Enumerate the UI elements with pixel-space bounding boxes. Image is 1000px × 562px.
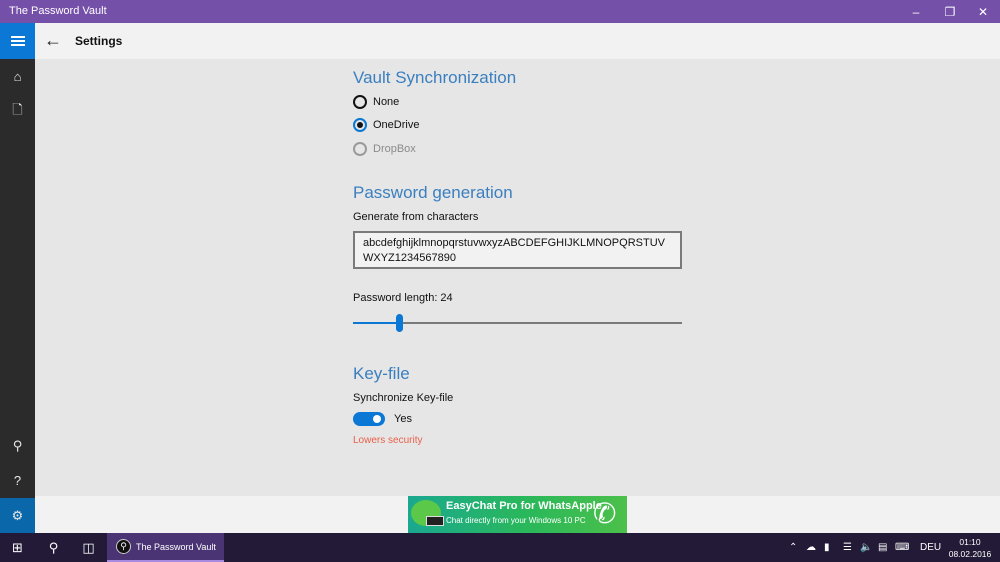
radio-circle: [353, 95, 367, 109]
clock[interactable]: 01:10 08.02.2016: [944, 536, 996, 560]
sidebar-item-home[interactable]: ⌂: [0, 59, 35, 94]
ad-headline: EasyChat Pro for WhatsApple: [446, 500, 602, 512]
password-length-label: Password length: 24: [353, 292, 453, 304]
language-indicator[interactable]: DEU: [920, 533, 941, 562]
locked-file-icon: 🗋: [12, 101, 23, 117]
sidebar-item-settings[interactable]: ⚙: [0, 498, 35, 533]
help-icon: ?: [13, 473, 22, 488]
taskbar: ⊞ ⚲ ◫ ⚲ The Password Vault ⌃ ☁ ▮ ☰ 🔈 ▤ ⌨…: [0, 533, 1000, 562]
key-file-title: Key-file: [353, 364, 410, 383]
wifi-icon: ☰: [843, 542, 852, 553]
sidebar: ⌂ 🗋 ⚲ ? ⚙: [0, 59, 35, 533]
sidebar-item-key[interactable]: ⚲: [0, 428, 35, 463]
notification-icon: ▤: [878, 542, 888, 553]
volume-tray[interactable]: 🔈: [860, 533, 872, 562]
radio-label: OneDrive: [373, 119, 420, 131]
taskbar-app-password-vault[interactable]: ⚲ The Password Vault: [107, 533, 224, 562]
radio-label: DropBox: [373, 143, 416, 155]
search-button[interactable]: ⚲: [36, 533, 71, 562]
onedrive-tray[interactable]: ☁: [806, 533, 816, 562]
slider-thumb[interactable]: [396, 314, 404, 332]
task-view-icon: ◫: [82, 539, 95, 555]
battery-icon: ▮: [824, 542, 830, 553]
network-tray[interactable]: ☰: [843, 533, 852, 562]
cloud-icon: ☁: [806, 542, 816, 553]
password-generation-title: Password generation: [353, 183, 513, 202]
home-icon: ⌂: [13, 69, 22, 84]
clock-time: 01:10: [959, 537, 981, 547]
search-icon: ⚲: [48, 539, 59, 555]
app-key-icon: ⚲: [116, 539, 131, 554]
sync-key-file-toggle[interactable]: [353, 412, 385, 426]
ad-subline: Chat directly from your Windows 10 PC: [446, 516, 586, 525]
restore-icon: ❐: [944, 4, 956, 19]
radio-circle: [353, 142, 367, 156]
back-button[interactable]: ←: [44, 31, 62, 49]
radio-label: None: [373, 96, 400, 108]
restore-button[interactable]: ❐: [932, 0, 968, 23]
task-view-button[interactable]: ◫: [71, 533, 106, 562]
characters-input[interactable]: abcdefghijklmnopqrstuvwxyzABCDEFGHIJKLMN…: [353, 231, 682, 269]
vault-sync-title: Vault Synchronization: [353, 68, 517, 87]
chevron-up-icon: ⌃: [789, 542, 798, 553]
start-button[interactable]: ⊞: [0, 533, 35, 562]
gear-icon: ⚙: [11, 507, 24, 523]
minimize-button[interactable]: –: [898, 0, 934, 23]
radio-none[interactable]: None: [353, 93, 399, 111]
taskbar-app-label: The Password Vault: [136, 541, 216, 552]
chars-label: Generate from characters: [353, 211, 479, 223]
radio-onedrive[interactable]: OneDrive: [353, 116, 419, 134]
minimize-icon: –: [912, 4, 920, 19]
show-hidden-icons[interactable]: ⌃: [789, 533, 797, 562]
key-icon: ⚲: [12, 437, 23, 453]
security-warning: Lowers security: [353, 435, 423, 446]
action-center[interactable]: ▤: [878, 533, 887, 562]
laptop-icon: [426, 516, 444, 526]
keyboard-icon: ⌨: [895, 542, 910, 553]
title-bar: The Password Vault – ❐ ✕: [0, 0, 1000, 23]
sidebar-item-help[interactable]: ?: [0, 463, 35, 498]
language-label: DEU: [920, 542, 942, 553]
speaker-icon: 🔈: [860, 542, 873, 553]
back-arrow-icon: ←: [44, 30, 62, 50]
radio-circle-checked: [353, 118, 367, 132]
sync-key-file-label: Synchronize Key-file: [353, 392, 454, 404]
battery-tray[interactable]: ▮: [824, 533, 830, 562]
radio-dropbox: DropBox: [353, 140, 416, 158]
windows-logo-icon: ⊞: [12, 539, 23, 555]
touch-keyboard[interactable]: ⌨: [895, 533, 909, 562]
header-bar: ← Settings: [35, 23, 1000, 59]
hamburger-menu-button[interactable]: [0, 23, 35, 59]
page-title: Settings: [75, 34, 123, 48]
sync-key-file-toggle-row[interactable]: Yes: [353, 412, 412, 426]
phone-icon: ✆: [593, 498, 617, 529]
window-title: The Password Vault: [9, 5, 107, 17]
close-button[interactable]: ✕: [965, 0, 1000, 23]
hamburger-icon: [10, 37, 25, 45]
password-length-slider[interactable]: [353, 314, 682, 332]
sidebar-item-vault[interactable]: 🗋: [0, 94, 35, 129]
close-icon: ✕: [977, 4, 989, 19]
toggle-state-label: Yes: [394, 413, 412, 425]
slider-fill: [353, 322, 400, 324]
clock-date: 08.02.2016: [948, 549, 992, 559]
advertisement-banner[interactable]: EasyChat Pro for WhatsApple Chat directl…: [408, 496, 627, 533]
